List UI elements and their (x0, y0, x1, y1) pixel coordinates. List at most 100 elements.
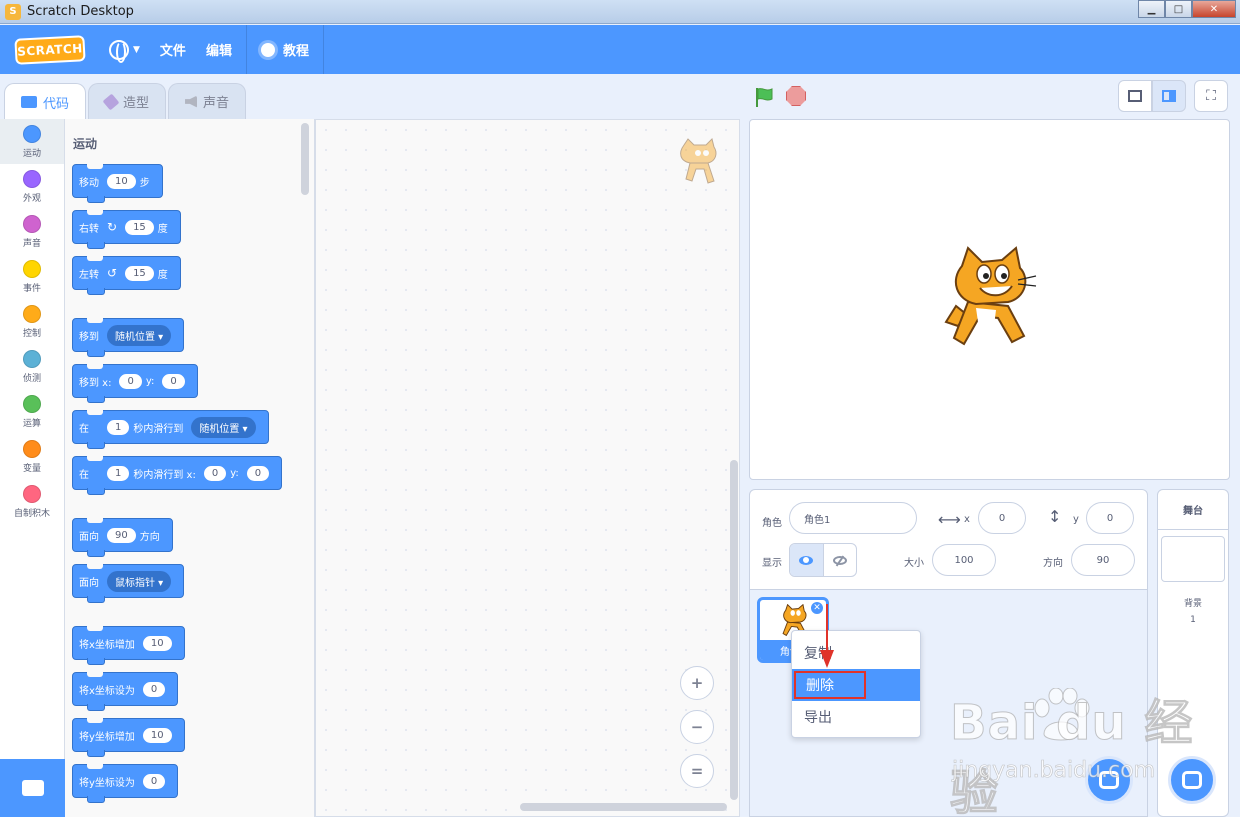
category-looks[interactable]: 外观 (0, 164, 64, 209)
hide-sprite-button[interactable] (822, 544, 856, 576)
block-turn-left[interactable]: 左转 ↺ 15 度 (72, 256, 181, 295)
tab-sounds[interactable]: 声音 (168, 83, 247, 119)
tutorials-menu[interactable]: 教程 (251, 25, 319, 74)
context-menu-export[interactable]: 导出 (792, 701, 920, 733)
small-stage-button[interactable] (1118, 80, 1152, 112)
block-text: y: (145, 375, 155, 387)
show-label: 显示 (762, 558, 782, 569)
fullscreen-icon: ⛶ (1206, 88, 1216, 104)
block-text: 将x坐标增加 (79, 639, 135, 651)
category-control[interactable]: 控制 (0, 299, 64, 344)
category-my-blocks[interactable]: 自制积木 (0, 479, 64, 524)
block-number-input[interactable]: 0 (203, 465, 227, 481)
block-dropdown[interactable]: 鼠标指针 ▾ (107, 570, 172, 592)
zoom-out-button[interactable]: − (680, 710, 714, 744)
cat-sprite-icon[interactable] (938, 246, 1038, 352)
block-change-x[interactable]: 将x坐标增加 10 (72, 626, 185, 665)
block-text: 在 (79, 469, 89, 481)
zoom-in-button[interactable]: + (680, 666, 714, 700)
direction-input[interactable]: 90 (1071, 544, 1135, 576)
window-controls: ▁ □ ✕ (1138, 0, 1236, 18)
block-text: 面向 (79, 577, 99, 589)
tutorials-label: 教程 (282, 44, 309, 59)
block-number-input[interactable]: 1 (107, 465, 130, 481)
block-number-input[interactable]: 1 (107, 419, 130, 435)
block-glide-to[interactable]: 在 1 秒内滑行到 随机位置 ▾ (72, 410, 269, 449)
show-sprite-button[interactable] (790, 544, 823, 576)
size-input[interactable]: 100 (932, 544, 996, 576)
x-position-input[interactable]: 0 (978, 502, 1026, 534)
block-text: 左转 (79, 269, 99, 281)
menu-divider (245, 25, 247, 74)
workspace-horizontal-scrollbar[interactable] (520, 803, 727, 811)
tab-costumes[interactable]: 造型 (88, 83, 167, 119)
add-extension-button[interactable] (0, 759, 65, 817)
fullscreen-button[interactable]: ⛶ (1194, 80, 1228, 112)
zoom-in-icon: + (690, 674, 704, 692)
block-text: 秒内滑行到 (133, 423, 184, 435)
block-dropdown[interactable]: 随机位置 ▾ (107, 324, 172, 346)
block-set-x[interactable]: 将x坐标设为 0 (72, 672, 179, 711)
block-change-y[interactable]: 将y坐标增加 10 (72, 718, 185, 757)
block-number-input[interactable]: 0 (162, 373, 185, 389)
block-text: 将x坐标设为 (79, 685, 135, 697)
block-number-input[interactable]: 10 (107, 173, 136, 189)
close-window-button[interactable]: ✕ (1192, 0, 1236, 18)
sprite-context-menu: 复制 删除 导出 (791, 630, 921, 738)
context-menu-duplicate[interactable]: 复制 (792, 637, 920, 669)
block-point-direction[interactable]: 面向 90 方向 (72, 518, 173, 557)
script-workspace[interactable] (315, 119, 740, 817)
block-number-input[interactable]: 0 (119, 373, 142, 389)
normal-stage-button[interactable] (1152, 80, 1186, 112)
block-glide-xy[interactable]: 在 1 秒内滑行到 x: 0 y: 0 (72, 456, 283, 495)
menu-bar: SCRATCH ▼ 文件 编辑 教程 (0, 25, 1240, 74)
green-flag-icon[interactable] (753, 86, 775, 108)
scratch-logo[interactable]: SCRATCH (14, 34, 86, 65)
backdrop-thumbnail[interactable] (1161, 536, 1225, 582)
brush-icon (102, 93, 120, 110)
block-set-y[interactable]: 将y坐标设为 0 (72, 764, 179, 803)
category-events[interactable]: 事件 (0, 254, 64, 299)
block-number-input[interactable]: 10 (142, 727, 172, 743)
block-number-input[interactable]: 0 (142, 681, 166, 697)
scratch-app-icon: S (5, 3, 21, 20)
block-number-input[interactable]: 15 (125, 219, 154, 235)
block-number-input[interactable]: 0 (246, 465, 270, 481)
events-dot-icon (23, 259, 41, 278)
block-goto-xy[interactable]: 移到 x: 0 y: 0 (72, 364, 198, 403)
category-sensing[interactable]: 侦测 (0, 344, 64, 389)
palette-scrollbar[interactable] (301, 123, 309, 195)
category-sound[interactable]: 声音 (0, 209, 64, 254)
context-menu-delete[interactable]: 删除 (792, 669, 920, 701)
category-motion[interactable]: 运动 (0, 119, 64, 164)
sprite-name-input[interactable]: 角色1 (789, 502, 917, 534)
block-text: y: (230, 467, 239, 479)
y-position-input[interactable]: 0 (1086, 502, 1134, 534)
block-text: 移到 x: (79, 377, 112, 389)
language-menu[interactable]: ▼ (99, 25, 150, 74)
block-number-input[interactable]: 10 (142, 635, 172, 651)
eye-icon (799, 555, 814, 565)
stop-icon[interactable] (786, 86, 806, 106)
eye-slash-icon (832, 555, 847, 565)
workspace-vertical-scrollbar[interactable] (730, 460, 738, 800)
category-variables[interactable]: 变量 (0, 434, 64, 479)
block-number-input[interactable]: 90 (107, 527, 136, 543)
block-point-towards[interactable]: 面向 鼠标指针 ▾ (72, 564, 185, 603)
visibility-toggle (789, 543, 857, 577)
maximize-button[interactable]: □ (1165, 0, 1192, 18)
category-operators[interactable]: 运算 (0, 389, 64, 434)
edit-menu[interactable]: 编辑 (196, 25, 242, 74)
block-number-input[interactable]: 0 (142, 773, 166, 789)
block-text: 移到 (79, 331, 99, 343)
file-menu[interactable]: 文件 (150, 25, 196, 74)
category-label: 自制积木 (13, 508, 50, 519)
block-move-steps[interactable]: 移动 10 步 (72, 164, 163, 203)
block-dropdown[interactable]: 随机位置 ▾ (191, 416, 256, 438)
block-number-input[interactable]: 15 (125, 265, 154, 281)
block-goto[interactable]: 移到 随机位置 ▾ (72, 318, 185, 357)
zoom-reset-button[interactable]: = (680, 754, 714, 788)
block-turn-right[interactable]: 右转 ↻ 15 度 (72, 210, 181, 249)
minimize-button[interactable]: ▁ (1138, 0, 1165, 18)
tab-code[interactable]: 代码 (4, 83, 87, 120)
